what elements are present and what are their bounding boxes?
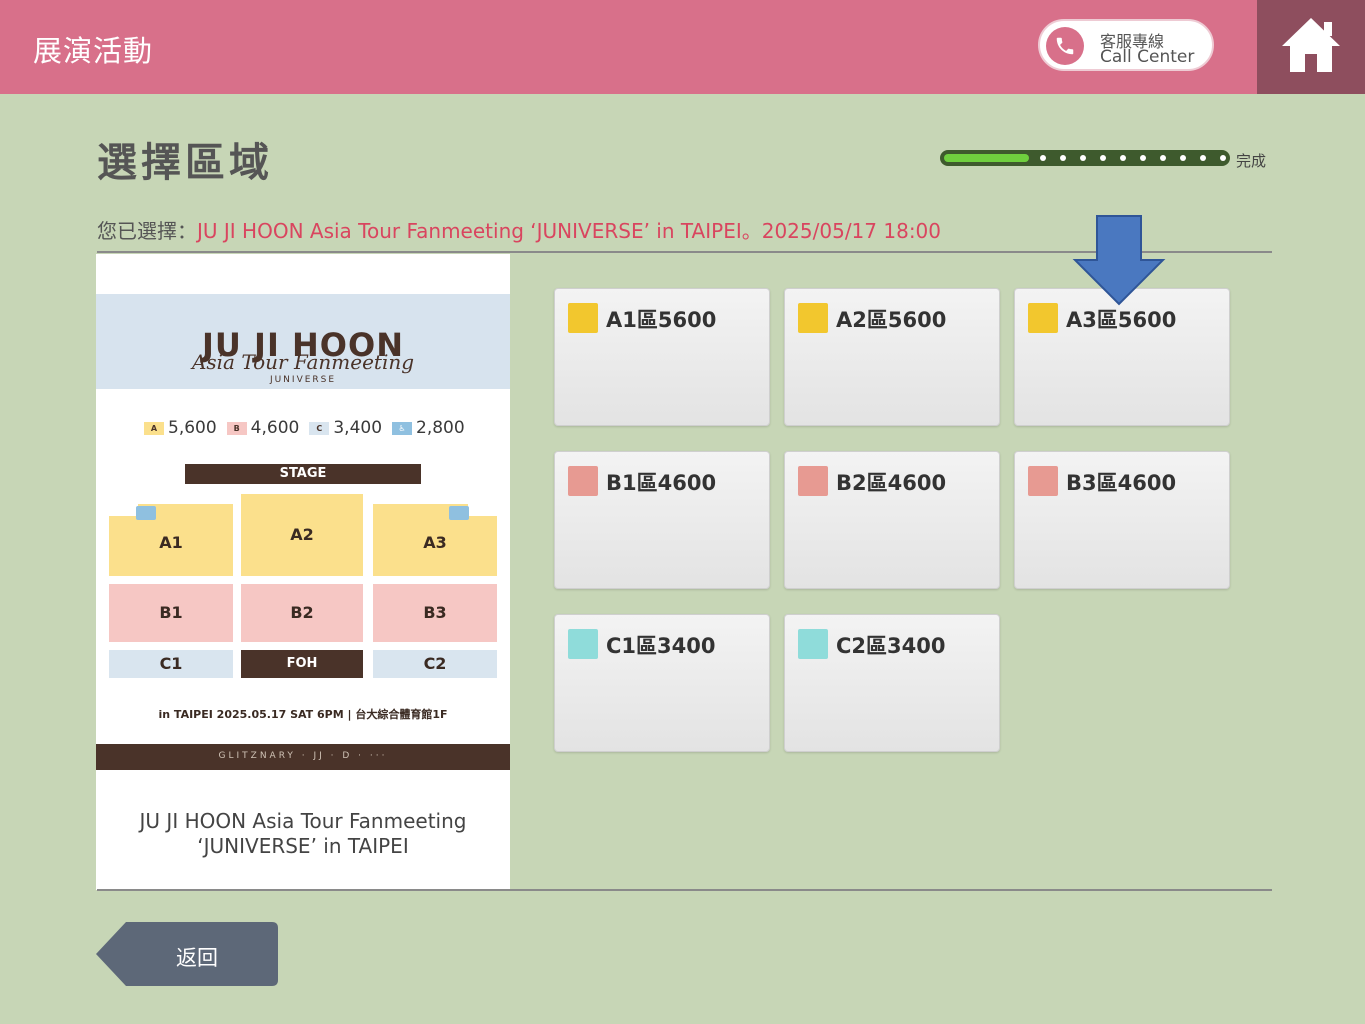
selected-label: 您已選擇： — [97, 219, 197, 243]
event-poster: JU JI HOON Asia Tour Fanmeeting JUNIVERS… — [96, 254, 510, 890]
zone-color-swatch — [568, 303, 598, 333]
page-title: 選擇區域 — [97, 140, 273, 186]
zone-color-swatch — [798, 629, 828, 659]
price-legend: A 5,600 B 4,600 C 3,400 ♿ 2,800 — [144, 418, 465, 438]
divider-bottom — [97, 889, 1272, 891]
call-center-label-en: Call Center — [1100, 47, 1195, 67]
zone-tile-label: B1區4600 — [606, 471, 717, 495]
zone-tile-a2[interactable]: A2區5600 — [784, 288, 1000, 426]
price-item-wheelchair: ♿ 2,800 — [392, 418, 465, 438]
phone-icon — [1046, 27, 1084, 65]
zone-tile-c2[interactable]: C2區3400 — [784, 614, 1000, 752]
zone-tile-a1[interactable]: A1區5600 — [554, 288, 770, 426]
poster-sponsor-bar: GLITZNARY · JJ · D · ··· — [96, 744, 510, 770]
price-item-c: C 3,400 — [309, 418, 382, 438]
price-value-c: 3,400 — [333, 418, 383, 438]
price-value-b: 4,600 — [250, 418, 300, 438]
zone-tile-b2[interactable]: B2區4600 — [784, 451, 1000, 589]
price-value-wheelchair: 2,800 — [416, 418, 465, 438]
home-icon — [1282, 18, 1340, 72]
price-tag-c: C — [309, 421, 330, 435]
map-zone-a2: A2 — [241, 494, 363, 576]
price-item-b: B 4,600 — [226, 418, 300, 438]
zone-color-swatch — [1028, 466, 1058, 496]
poster-date: in TAIPEI 2025.05.17 SAT 6PM | 台大綜合體育館1F — [158, 708, 448, 721]
map-zone-b3: B3 — [373, 584, 497, 642]
zone-color-swatch — [1028, 303, 1058, 333]
header-bar: 展演活動 客服專線 Call Center — [0, 0, 1257, 94]
selected-event-value: JU JI HOON Asia Tour Fanmeeting ‘JUNIVER… — [197, 219, 942, 243]
zone-tile-label: A1區5600 — [606, 308, 717, 332]
poster-script-title: Asia Tour Fanmeeting — [191, 350, 415, 374]
stage-label: STAGE — [185, 464, 421, 484]
down-arrow-icon — [1072, 215, 1166, 306]
progress-done-label: 完成 — [1236, 152, 1267, 170]
zone-tile-label: C2區3400 — [836, 634, 946, 658]
back-button-label: 返回 — [176, 946, 218, 970]
poster-caption-line2: ‘JUNIVERSE’ in TAIPEI — [197, 834, 409, 858]
zone-color-swatch — [568, 629, 598, 659]
poster-subtitle: JUNIVERSE — [269, 375, 337, 385]
call-center-button[interactable]: 客服專線 Call Center — [1038, 19, 1214, 71]
progress-bar — [940, 150, 1230, 166]
zone-tile-label: C1區3400 — [606, 634, 716, 658]
selected-event-line: 您已選擇：JU JI HOON Asia Tour Fanmeeting ‘JU… — [97, 215, 941, 244]
zone-tile-c1[interactable]: C1區3400 — [554, 614, 770, 752]
map-zone-a3: A3 — [373, 516, 497, 576]
map-zone-c1: C1 — [109, 650, 233, 678]
wheelchair-icon: ♿ — [392, 421, 413, 435]
map-zone-b2: B2 — [241, 584, 363, 642]
zone-tile-label: B3區4600 — [1066, 471, 1177, 495]
poster-sponsor-logos: GLITZNARY · JJ · D · ··· — [218, 751, 388, 761]
zone-tile-b3[interactable]: B3區4600 — [1014, 451, 1230, 589]
price-item-a: A 5,600 — [144, 418, 217, 438]
zone-color-swatch — [568, 466, 598, 496]
wheelchair-area-icon — [136, 506, 156, 520]
progress-steps — [1040, 155, 1226, 161]
wheelchair-area-icon — [449, 506, 469, 520]
map-zone-foh: FOH — [241, 650, 363, 678]
zone-color-swatch — [798, 466, 828, 496]
progress-fill — [944, 154, 1029, 162]
zone-tile-label: A2區5600 — [836, 308, 947, 332]
zone-tile-label: A3區5600 — [1066, 308, 1177, 332]
poster-caption-line1: JU JI HOON Asia Tour Fanmeeting — [139, 809, 467, 833]
price-tag-b: B — [226, 421, 247, 435]
zone-tile-label: B2區4600 — [836, 471, 947, 495]
home-button[interactable] — [1257, 0, 1365, 94]
poster-caption: JU JI HOON Asia Tour Fanmeeting ‘JUNIVER… — [96, 809, 510, 859]
back-button[interactable]: 返回 — [96, 922, 278, 986]
zone-tile-b1[interactable]: B1區4600 — [554, 451, 770, 589]
zone-tile-a3[interactable]: A3區5600 — [1014, 288, 1230, 426]
price-value-a: 5,600 — [168, 418, 217, 438]
map-zone-b1: B1 — [109, 584, 233, 642]
zone-color-swatch — [798, 303, 828, 333]
map-zone-c2: C2 — [373, 650, 497, 678]
header-title: 展演活動 — [33, 34, 154, 68]
price-tag-a: A — [144, 421, 164, 435]
map-zone-a1: A1 — [109, 516, 233, 576]
